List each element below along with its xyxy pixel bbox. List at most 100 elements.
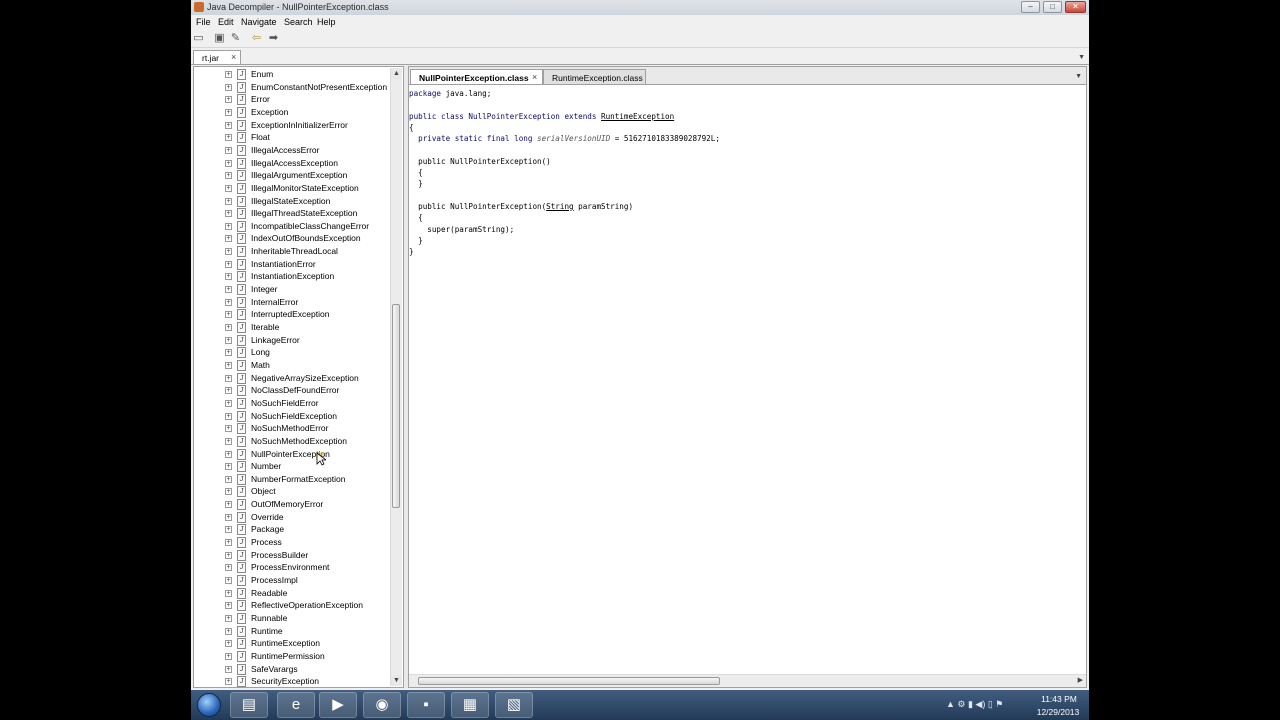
tree-item[interactable]: + J IllegalStateException	[194, 195, 394, 208]
expand-icon[interactable]: +	[225, 399, 232, 407]
tree-item[interactable]: + J Exception	[194, 106, 394, 119]
expand-icon[interactable]: +	[225, 665, 232, 673]
tree-item[interactable]: + J RuntimePermission	[194, 650, 394, 663]
clipboard-app-icon[interactable]: ▧	[495, 692, 533, 718]
tree-item[interactable]: + J EnumConstantNotPresentException	[194, 81, 394, 94]
tree-item[interactable]: + J Math	[194, 359, 394, 372]
expand-icon[interactable]: +	[225, 134, 232, 142]
scroll-thumb[interactable]	[418, 677, 720, 685]
expand-icon[interactable]: +	[225, 513, 232, 521]
expand-icon[interactable]: +	[225, 577, 232, 584]
expand-icon[interactable]: +	[225, 627, 232, 635]
scroll-down-icon[interactable]: ▼	[391, 675, 402, 686]
expand-icon[interactable]: +	[225, 96, 232, 104]
scroll-thumb[interactable]	[392, 304, 400, 508]
tab-list-icon[interactable]: ▼	[1075, 73, 1082, 80]
expand-icon[interactable]: +	[225, 361, 232, 369]
expand-icon[interactable]: +	[225, 425, 232, 433]
tree-item[interactable]: + J IllegalArgumentException	[194, 170, 394, 182]
tree-item[interactable]: + J NoSuchFieldError	[194, 397, 394, 410]
expand-icon[interactable]: +	[225, 614, 232, 622]
expand-icon[interactable]: +	[225, 260, 232, 268]
close-tab-icon[interactable]: ×	[231, 52, 236, 62]
file-explorer-icon[interactable]: ▤	[230, 692, 268, 718]
expand-icon[interactable]: +	[225, 184, 232, 192]
expand-icon[interactable]: +	[225, 83, 232, 91]
expand-icon[interactable]: +	[225, 298, 232, 306]
system-tray-icons[interactable]: ▲ ⚙ ▮ ◀) ▯ ⚑	[946, 699, 1003, 710]
internet-explorer-icon[interactable]: e	[277, 692, 315, 718]
tree-item[interactable]: + J IllegalAccessException	[194, 157, 394, 170]
tree-item[interactable]: + J IllegalThreadStateException	[194, 208, 394, 220]
tree-item[interactable]: + J NoSuchFieldException	[194, 410, 394, 423]
tree-item[interactable]: + J NegativeArraySizeException	[194, 372, 394, 385]
clock-time[interactable]: 11:43 PM	[1037, 694, 1081, 704]
expand-icon[interactable]: +	[225, 678, 232, 686]
menu-navigate[interactable]: Navigate	[241, 17, 277, 27]
back-arrow-icon[interactable]: ⇦	[250, 32, 263, 44]
tree-item[interactable]: + J Float	[194, 132, 394, 144]
expand-icon[interactable]: +	[225, 210, 232, 218]
expand-icon[interactable]: +	[225, 311, 232, 319]
tree-item[interactable]: + J ExceptionInInitializerError	[194, 119, 394, 132]
superclass-link[interactable]: RuntimeException	[601, 112, 674, 121]
expand-icon[interactable]: +	[225, 159, 232, 167]
tree-item[interactable]: + J RuntimeException	[194, 638, 394, 650]
expand-icon[interactable]: +	[225, 172, 232, 180]
tree-item[interactable]: + J IllegalMonitorStateException	[194, 182, 394, 195]
java-decompiler-icon[interactable]: ▦	[451, 692, 489, 718]
expand-icon[interactable]: +	[225, 475, 232, 483]
maximize-button[interactable]: □	[1043, 1, 1062, 13]
expand-icon[interactable]: +	[225, 121, 232, 129]
tab-runtimeexception[interactable]: RuntimeException.class	[543, 69, 646, 84]
tree-item[interactable]: + J ProcessBuilder	[194, 549, 394, 562]
expand-icon[interactable]: +	[225, 501, 232, 509]
tree-item[interactable]: + J SafeVarargs	[194, 663, 394, 676]
expand-icon[interactable]: +	[225, 652, 232, 660]
tree-item[interactable]: + J Number	[194, 461, 394, 473]
tree-item[interactable]: + J NoSuchMethodException	[194, 435, 394, 448]
expand-icon[interactable]: +	[225, 324, 232, 331]
type-link[interactable]: String	[546, 202, 573, 211]
menu-help[interactable]: Help	[317, 17, 336, 27]
menu-search[interactable]: Search	[284, 17, 313, 27]
tree-item[interactable]: + J NullPointerException	[194, 448, 394, 461]
media-player-icon[interactable]: ▶	[319, 692, 357, 718]
open-type-icon[interactable]: ▣	[213, 32, 226, 44]
tree-item[interactable]: + J SecurityException	[194, 676, 394, 687]
scroll-up-icon[interactable]: ▲	[391, 68, 402, 79]
tree-item[interactable]: + J Integer	[194, 284, 394, 296]
expand-icon[interactable]: +	[225, 412, 232, 420]
expand-icon[interactable]: +	[225, 551, 232, 559]
clock-date[interactable]: 12/29/2013	[1033, 707, 1083, 717]
editor-horizontal-scrollbar[interactable]: ▶	[409, 674, 1086, 687]
expand-icon[interactable]: +	[225, 374, 232, 382]
tree-item[interactable]: + J Object	[194, 486, 394, 498]
expand-icon[interactable]: +	[225, 336, 232, 344]
tree-item[interactable]: + J Readable	[194, 587, 394, 600]
tree-item[interactable]: + J InstantiationException	[194, 271, 394, 283]
expand-icon[interactable]: +	[225, 71, 232, 78]
tree-item[interactable]: + J InheritableThreadLocal	[194, 246, 394, 258]
expand-icon[interactable]: +	[225, 387, 232, 395]
expand-icon[interactable]: +	[225, 108, 232, 116]
tree-item[interactable]: + J Process	[194, 537, 394, 549]
expand-icon[interactable]: +	[225, 640, 232, 648]
expand-icon[interactable]: +	[225, 273, 232, 281]
tree-item[interactable]: + J ProcessImpl	[194, 575, 394, 587]
forward-arrow-icon[interactable]: ➡	[267, 32, 280, 44]
tree-item[interactable]: + J Override	[194, 511, 394, 524]
tree-item[interactable]: + J IndexOutOfBoundsException	[194, 233, 394, 245]
tree-item[interactable]: + J InternalError	[194, 296, 394, 309]
tab-list-icon[interactable]: ▼	[1078, 54, 1085, 61]
tree-item[interactable]: + J InterruptedException	[194, 309, 394, 321]
expand-icon[interactable]: +	[225, 564, 232, 572]
tree-item[interactable]: + J NoClassDefFoundError	[194, 385, 394, 397]
open-file-icon[interactable]: ▭	[192, 32, 205, 44]
expand-icon[interactable]: +	[225, 589, 232, 597]
tree-item[interactable]: + J ProcessEnvironment	[194, 562, 394, 574]
tree-item[interactable]: + J Iterable	[194, 322, 394, 334]
tree-item[interactable]: + J LinkageError	[194, 334, 394, 347]
tab-rt-jar[interactable]: rt.jar ×	[193, 50, 241, 64]
expand-icon[interactable]: +	[225, 146, 232, 154]
